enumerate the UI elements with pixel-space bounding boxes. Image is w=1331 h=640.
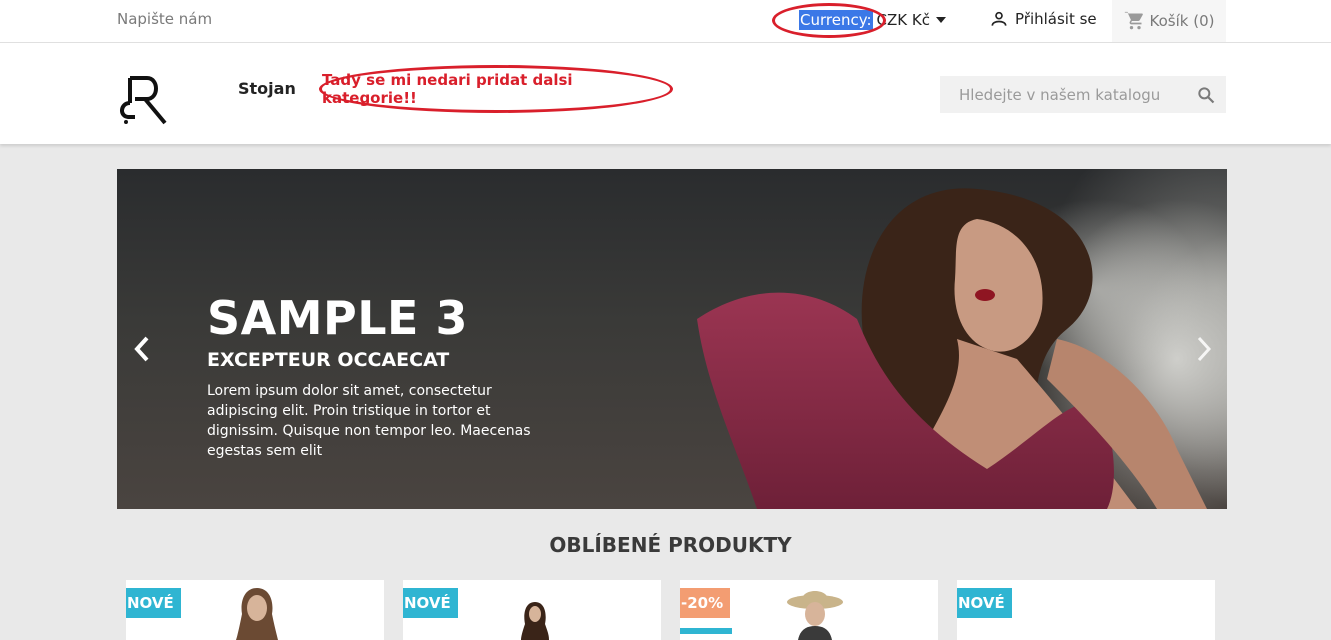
search-box bbox=[940, 76, 1226, 113]
currency-selector[interactable]: Currency: CZK Kč bbox=[799, 9, 946, 31]
product-card[interactable]: NOVÉ bbox=[403, 580, 661, 640]
search-icon[interactable] bbox=[1196, 85, 1216, 105]
logo[interactable] bbox=[117, 73, 169, 129]
new-badge: NOVÉ bbox=[403, 588, 458, 618]
annotation-note: Tady se mi nedari pridat dalsi kategorie… bbox=[319, 65, 673, 113]
search-input[interactable] bbox=[940, 85, 1180, 104]
cart-label: Košík (0) bbox=[1149, 12, 1215, 30]
login-label: Přihlásit se bbox=[1015, 10, 1097, 28]
discount-badge: -20% bbox=[680, 588, 731, 618]
product-image bbox=[521, 602, 549, 640]
chevron-right-icon[interactable] bbox=[1195, 335, 1213, 363]
new-badge-strip bbox=[680, 628, 732, 634]
slide-title: SAMPLE 3 bbox=[207, 291, 468, 345]
category-menu-item[interactable]: Stojan bbox=[238, 79, 296, 98]
top-bar: Napište nám Currency: CZK Kč Přihlásit s… bbox=[0, 0, 1331, 43]
contact-link[interactable]: Napište nám bbox=[117, 10, 212, 28]
product-card[interactable]: NOVÉ bbox=[957, 580, 1215, 640]
section-title: OBLÍBENÉ PRODUKTY bbox=[549, 533, 792, 557]
caret-down-icon bbox=[935, 17, 946, 23]
annotation-text: Tady se mi nedari pridat dalsi kategorie… bbox=[322, 71, 573, 107]
product-card[interactable]: -20% bbox=[680, 580, 938, 640]
login-link[interactable]: Přihlásit se bbox=[989, 9, 1097, 29]
product-card[interactable]: NOVÉ bbox=[126, 580, 384, 640]
product-image bbox=[787, 591, 843, 640]
chevron-left-icon[interactable] bbox=[133, 335, 151, 363]
currency-value: CZK Kč bbox=[876, 11, 930, 29]
product-image bbox=[236, 588, 278, 640]
slide-description: Lorem ipsum dolor sit amet, consectetur … bbox=[207, 383, 531, 459]
cart-icon bbox=[1124, 11, 1143, 30]
header: Stojan Tady se mi nedari pridat dalsi ka… bbox=[0, 43, 1331, 144]
logo-icon bbox=[120, 76, 167, 125]
slide-subtitle: EXCEPTEUR OCCAECAT bbox=[207, 349, 450, 371]
slide-caption: SAMPLE 3 EXCEPTEUR OCCAECAT Lorem ipsum … bbox=[207, 295, 547, 461]
user-icon bbox=[991, 11, 1007, 26]
new-badge: NOVÉ bbox=[957, 588, 1012, 618]
new-badge: NOVÉ bbox=[126, 588, 181, 618]
hero-slider: SAMPLE 3 EXCEPTEUR OCCAECAT Lorem ipsum … bbox=[117, 169, 1227, 509]
currency-label: Currency: bbox=[799, 10, 873, 30]
cart-button[interactable]: Košík (0) bbox=[1112, 0, 1226, 42]
